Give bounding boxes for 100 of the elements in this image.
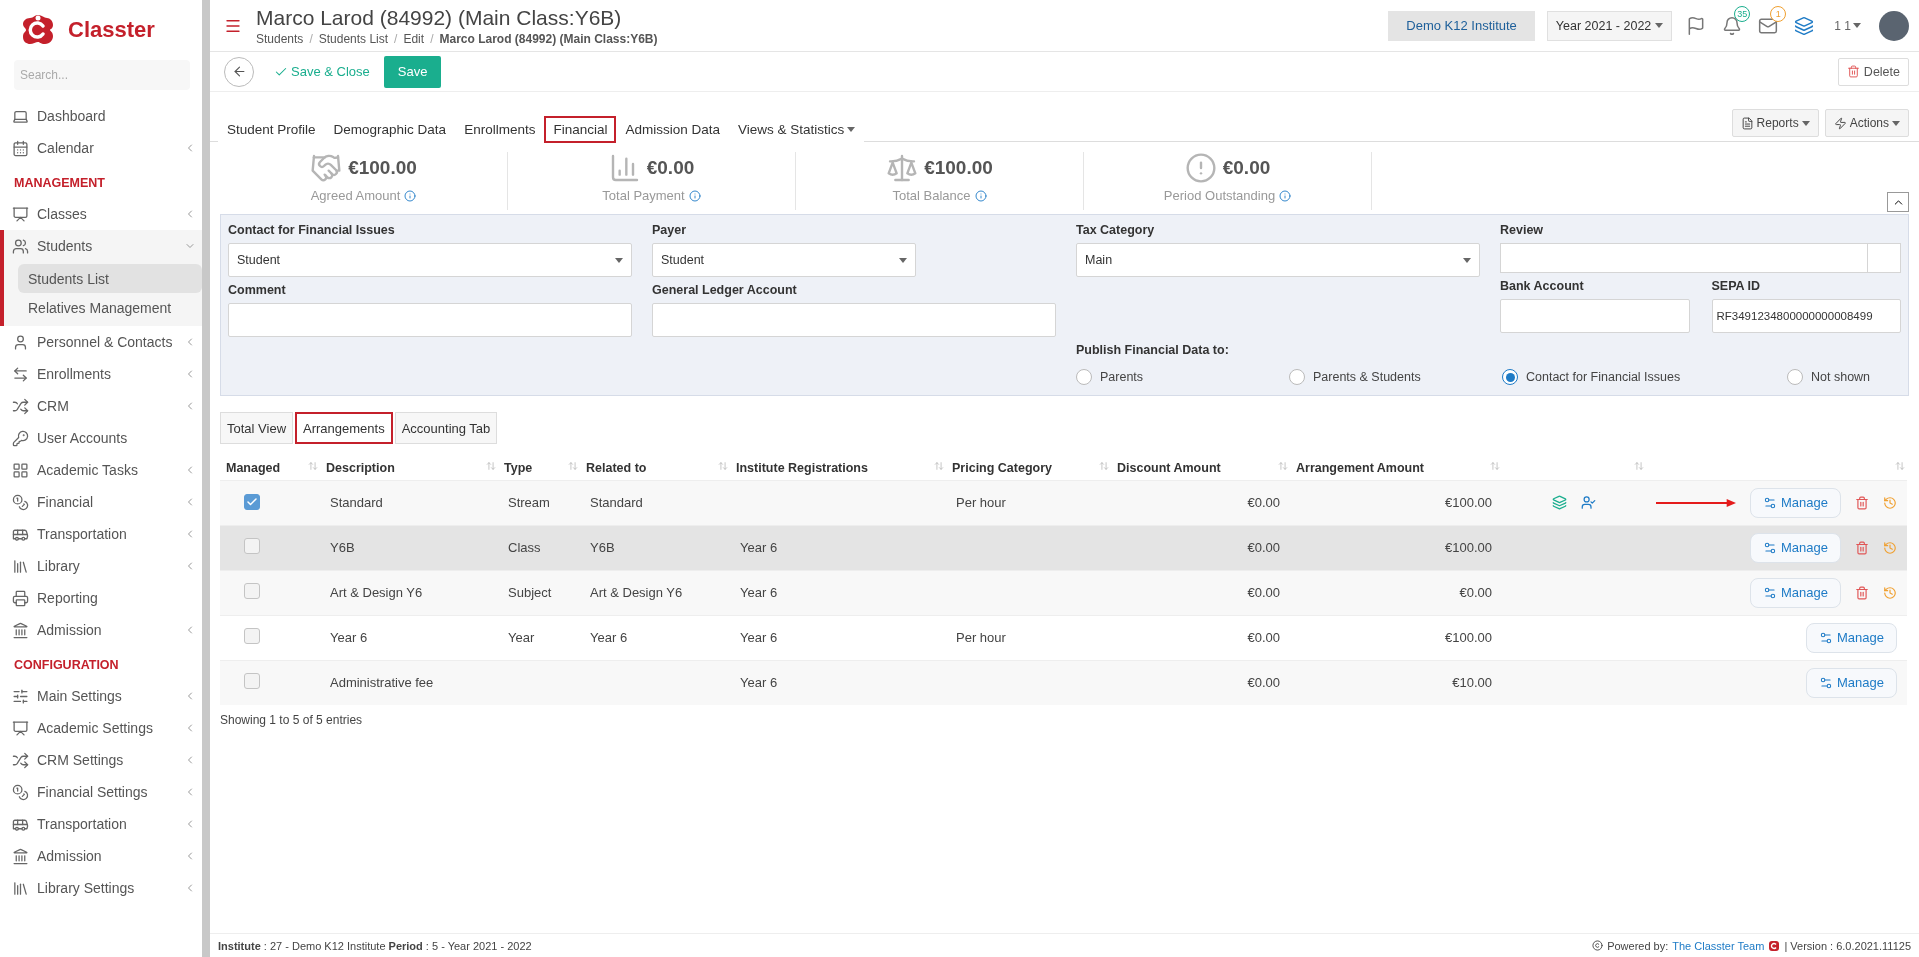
manage-button[interactable]: Manage: [1806, 622, 1897, 653]
sidebar-item[interactable]: Financial: [0, 486, 202, 518]
tab[interactable]: Financial: [544, 116, 617, 143]
radio-option[interactable]: Parents & Students: [1289, 369, 1502, 385]
institute-button[interactable]: Demo K12 Institute: [1388, 10, 1535, 41]
review-field[interactable]: [1500, 243, 1901, 273]
sidebar-item[interactable]: Admission: [0, 840, 202, 872]
table-cell: Per hour: [956, 495, 1006, 510]
user-check-icon[interactable]: [1581, 495, 1596, 510]
history-icon[interactable]: [1883, 495, 1897, 510]
sidebar-item[interactable]: Library Settings: [0, 872, 202, 904]
sidebar-item[interactable]: Admission: [0, 614, 202, 646]
checkbox[interactable]: [244, 494, 260, 510]
info-icon: [974, 189, 987, 202]
logo-text: Classter: [68, 17, 155, 43]
sidebar-item[interactable]: Financial Settings: [0, 776, 202, 808]
manage-button[interactable]: Manage: [1750, 577, 1841, 608]
column-header[interactable]: Arrangement Amount: [1290, 456, 1502, 480]
radio-option[interactable]: Contact for Financial Issues: [1502, 369, 1787, 385]
sort-icon: [1895, 461, 1905, 471]
delete-icon[interactable]: [1855, 585, 1869, 600]
column-header[interactable]: Discount Amount: [1111, 456, 1290, 480]
sepa-id-field[interactable]: RF3491234800000000008499: [1711, 299, 1901, 333]
column-header[interactable]: Pricing Category: [946, 456, 1111, 480]
delete-icon[interactable]: [1855, 495, 1869, 510]
manage-button[interactable]: Manage: [1750, 532, 1841, 563]
field-label: Publish Financial Data to:: [1076, 343, 1230, 357]
breadcrumb-link[interactable]: Marco Larod (84992) (Main Class:Y6B): [439, 31, 658, 46]
sidebar-subitem[interactable]: Relatives Management: [18, 293, 202, 322]
user-menu[interactable]: 1 1: [1828, 17, 1867, 34]
tab[interactable]: Accounting Tab: [394, 412, 498, 444]
breadcrumb-link[interactable]: Edit: [403, 31, 425, 46]
manage-button[interactable]: Manage: [1750, 487, 1841, 518]
summary-card: €0.00 Period Outstanding: [1084, 152, 1372, 210]
sidebar-item[interactable]: Library: [0, 550, 202, 582]
table-row[interactable]: Year 6 Year Year 6 Year 6 Per hour €0.00 €100.00 Manage: [220, 615, 1907, 660]
delete-icon[interactable]: [1855, 540, 1869, 555]
sidebar-item[interactable]: Reporting: [0, 582, 202, 614]
bank-icon: [12, 847, 29, 865]
sidebar-item[interactable]: Academic Tasks: [0, 454, 202, 486]
table-cell: Subject: [508, 585, 552, 600]
column-header[interactable]: Description: [320, 456, 498, 480]
info-icon: [1279, 189, 1292, 202]
table-row[interactable]: Standard Stream Standard Per hour €0.00 €100.00 Manage: [220, 480, 1907, 525]
bank-account-field[interactable]: [1500, 299, 1690, 333]
radio-option[interactable]: Parents: [1076, 369, 1289, 385]
sidebar-item[interactable]: Main Settings: [0, 680, 202, 712]
manage-button[interactable]: Manage: [1806, 667, 1897, 698]
sort-icon: [934, 461, 944, 471]
comment-field[interactable]: [228, 303, 632, 337]
sidebar-item[interactable]: Calendar: [0, 132, 202, 164]
payer-select[interactable]: Student: [652, 243, 916, 277]
sidebar-item[interactable]: CRM: [0, 390, 202, 422]
check-icon: [246, 496, 258, 508]
delete-button[interactable]: Delete: [1837, 57, 1909, 86]
sidebar-item[interactable]: Classes: [0, 198, 202, 230]
table-cell: Year 6: [740, 540, 778, 555]
tab[interactable]: Total View: [220, 412, 293, 444]
tax-category-select[interactable]: Main: [1076, 243, 1480, 277]
table-row[interactable]: Administrative fee Year 6 €0.00 €10.00 Manage: [220, 660, 1907, 705]
sidebar-item[interactable]: Transportation: [0, 518, 202, 550]
breadcrumb-link[interactable]: Students List: [318, 31, 389, 46]
sidebar-item[interactable]: Enrollments: [0, 358, 202, 390]
table-row[interactable]: Art & Design Y6 Subject Art & Design Y6 Year 6 €0.00 €0.00 Manage: [220, 570, 1907, 615]
sidebar-item[interactable]: User Accounts: [0, 422, 202, 454]
back-button[interactable]: [224, 56, 254, 87]
tab[interactable]: Arrangements: [295, 412, 393, 444]
checkbox[interactable]: [244, 583, 260, 599]
table-cell: Stream: [508, 495, 550, 510]
exclamation-icon: [1184, 152, 1217, 184]
column-header[interactable]: Type: [498, 456, 580, 480]
sidebar-item[interactable]: Personnel & Contacts: [0, 326, 202, 358]
checkbox[interactable]: [244, 538, 260, 554]
bank-icon: [12, 621, 29, 639]
actions-dropdown[interactable]: Actions: [1824, 109, 1909, 137]
team-link[interactable]: The Classter Team: [1672, 939, 1765, 952]
history-icon[interactable]: [1883, 540, 1897, 555]
sidebar-item[interactable]: Academic Settings: [0, 712, 202, 744]
column-header[interactable]: Related to: [580, 456, 730, 480]
avatar[interactable]: [1879, 10, 1909, 41]
contact-select[interactable]: Student: [228, 243, 632, 277]
checkbox[interactable]: [244, 673, 260, 690]
sort-icon: [718, 461, 728, 471]
table-cell: Year 6: [740, 630, 778, 645]
reports-dropdown[interactable]: Reports: [1731, 109, 1819, 137]
sidebar-item[interactable]: Dashboard: [0, 100, 202, 132]
sidebar-subitem[interactable]: Students List: [18, 264, 202, 293]
column-header[interactable]: Managed: [220, 456, 320, 480]
history-icon[interactable]: [1883, 585, 1897, 600]
year-dropdown[interactable]: Year 2021 - 2022: [1546, 10, 1673, 41]
search-field[interactable]: Search...: [14, 60, 190, 90]
breadcrumb-link[interactable]: Students: [256, 31, 304, 46]
ledger-account-field[interactable]: [652, 303, 1056, 337]
checkbox[interactable]: [244, 628, 260, 644]
sidebar-item[interactable]: Students: [0, 230, 202, 262]
radio-option[interactable]: Not shown: [1787, 369, 1901, 385]
sidebar-item[interactable]: Transportation: [0, 808, 202, 840]
column-header[interactable]: Institute Registrations: [730, 456, 946, 480]
collapse-button[interactable]: [1887, 192, 1909, 212]
sidebar-item[interactable]: CRM Settings: [0, 744, 202, 776]
